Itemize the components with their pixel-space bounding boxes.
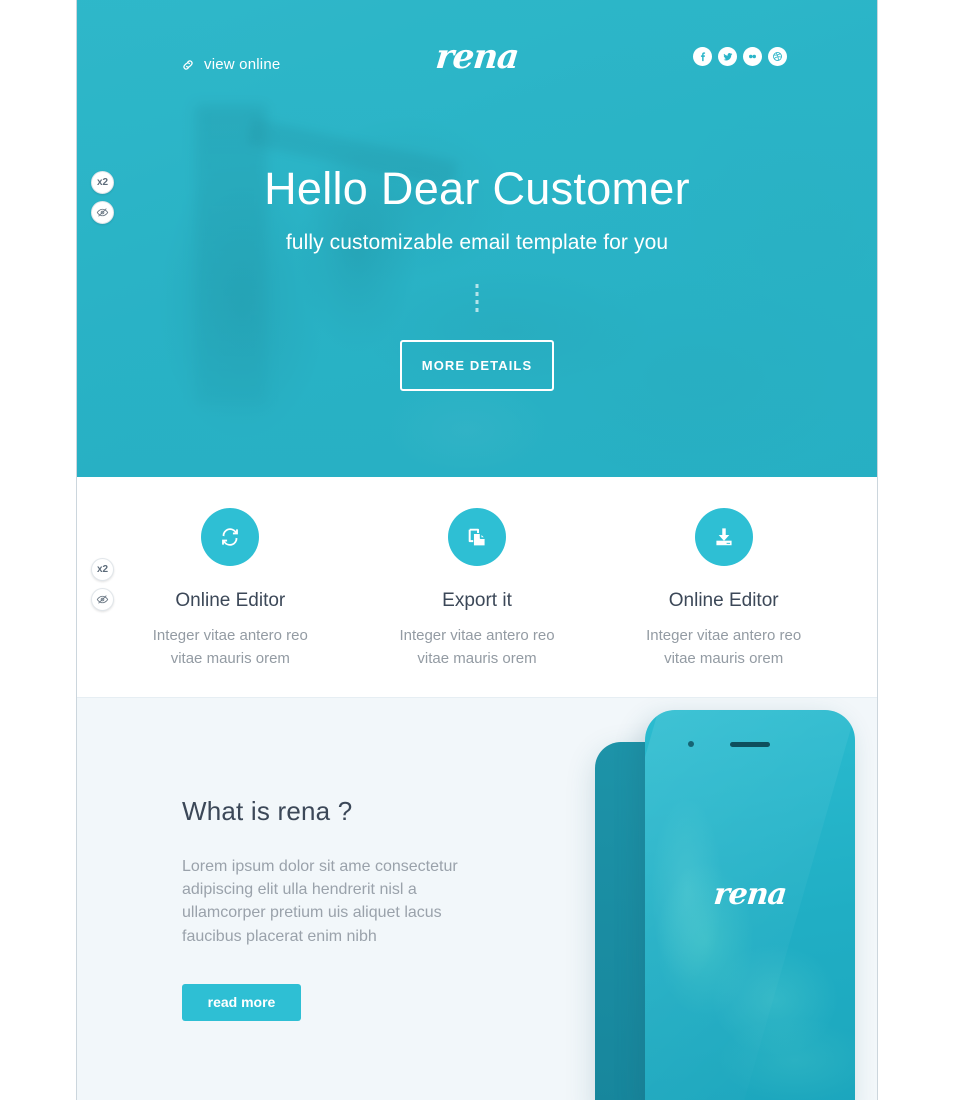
feature-item: Online Editor Integer vitae antero reo v… (600, 508, 847, 697)
copy-icon[interactable] (448, 508, 506, 566)
dribbble-icon[interactable] (768, 47, 787, 66)
download-icon[interactable] (694, 508, 753, 566)
feature-text: Integer vitae antero reo vitae mauris or… (152, 627, 308, 668)
email-body: view online rena Hello Dear Customer ful… (76, 0, 878, 1100)
about-section: What is rena ? Lorem ipsum dolor sit ame… (77, 697, 877, 1100)
phone-speaker-icon (730, 742, 770, 747)
features-block-controls: x2 (91, 558, 114, 611)
twitter-icon[interactable] (718, 47, 737, 66)
social-links (693, 47, 787, 66)
feature-title: Online Editor (668, 590, 779, 611)
eye-slash-icon[interactable] (91, 201, 114, 224)
features-section: Online Editor Integer vitae antero reo v… (77, 477, 877, 697)
feature-text: Integer vitae antero reo vitae mauris or… (646, 627, 802, 668)
hero-subtitle: fully customizable email template for yo… (285, 231, 669, 254)
feature-item: Export it Integer vitae antero reo vitae… (354, 508, 601, 697)
about-copy: What is rena ? Lorem ipsum dolor sit ame… (182, 796, 482, 1021)
facebook-icon[interactable] (693, 47, 712, 66)
about-text: Lorem ipsum dolor sit ame consectetur ad… (182, 858, 458, 945)
feature-text: Integer vitae antero reo vitae mauris or… (399, 627, 555, 668)
hero-dotted-divider (475, 284, 479, 316)
phone-camera-icon (688, 741, 694, 747)
more-details-button[interactable]: MORE DETAILS (400, 340, 554, 391)
email-template-preview: view online rena Hello Dear Customer ful… (0, 0, 955, 1100)
duplicate-block-badge[interactable]: x2 (91, 171, 114, 194)
feature-title: Online Editor (175, 590, 286, 611)
read-more-button[interactable]: read more (182, 983, 301, 1021)
feature-item: Online Editor Integer vitae antero reo v… (107, 508, 354, 697)
phone-brand-logo: rena (712, 877, 788, 912)
hero-section: view online rena Hello Dear Customer ful… (77, 0, 877, 477)
feature-title: Export it (442, 590, 512, 611)
hero-title: Hello Dear Customer (264, 163, 690, 214)
about-title: What is rena ? (182, 796, 353, 826)
phone-mockups: rena (497, 710, 855, 1100)
eye-slash-icon[interactable] (91, 588, 114, 611)
hero-block-controls: x2 (91, 171, 114, 224)
flickr-icon[interactable] (743, 47, 762, 66)
phone-mockup-front: rena (645, 710, 855, 1100)
duplicate-block-badge[interactable]: x2 (91, 558, 114, 581)
hero-header-bar: view online rena (77, 0, 877, 120)
refresh-icon[interactable] (201, 508, 260, 566)
